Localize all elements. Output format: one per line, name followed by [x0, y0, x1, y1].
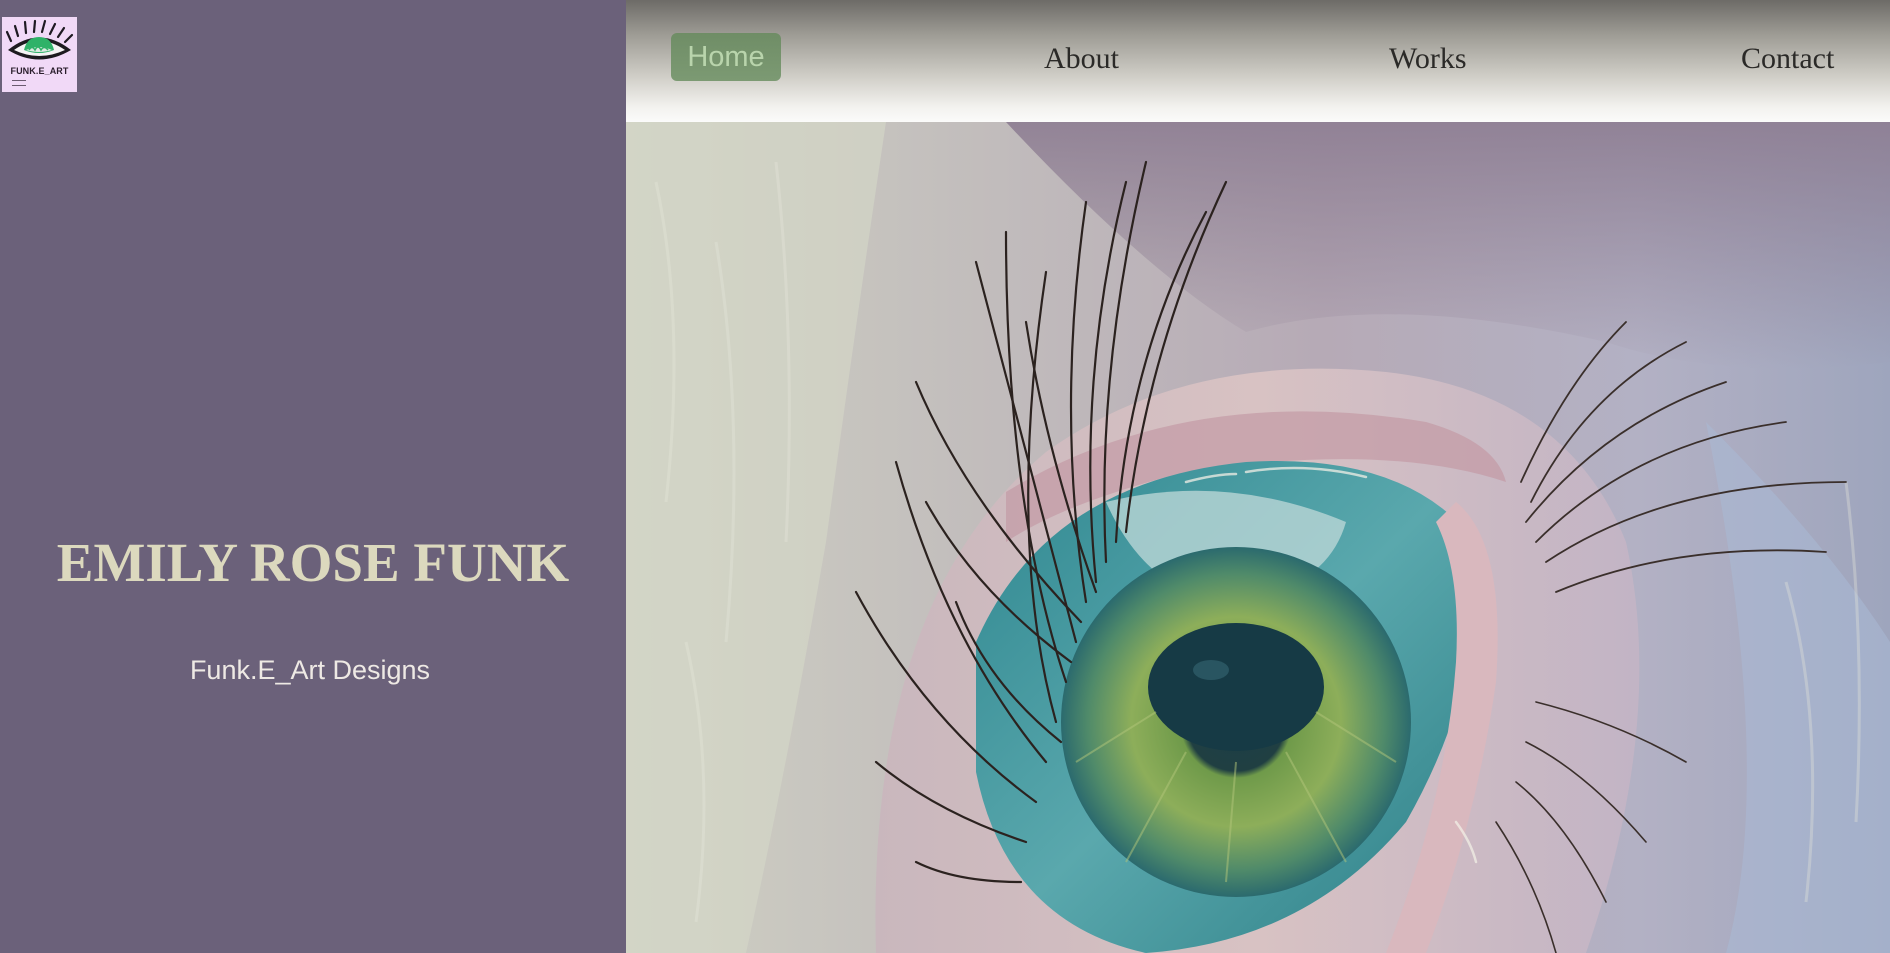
site-logo[interactable]: FUNK.E_ART — [2, 17, 77, 92]
artist-name: EMILY ROSE FUNK — [56, 532, 570, 593]
top-nav: Home About Works Contact — [626, 0, 1890, 122]
hero-painting — [626, 122, 1890, 953]
eye-painting-image — [626, 122, 1890, 953]
page: FUNK.E_ART EMILY ROSE FUNK Funk.E_Art De… — [0, 0, 1890, 953]
logo-fine-print — [12, 80, 26, 86]
sidebar: FUNK.E_ART EMILY ROSE FUNK Funk.E_Art De… — [0, 0, 626, 953]
logo-text: FUNK.E_ART — [10, 66, 69, 76]
nav-home[interactable]: Home — [671, 33, 781, 81]
nav-contact[interactable]: Contact — [1741, 39, 1834, 79]
nav-works[interactable]: Works — [1389, 39, 1467, 79]
tagline: Funk.E_Art Designs — [189, 655, 431, 685]
nav-about[interactable]: About — [1044, 39, 1119, 79]
